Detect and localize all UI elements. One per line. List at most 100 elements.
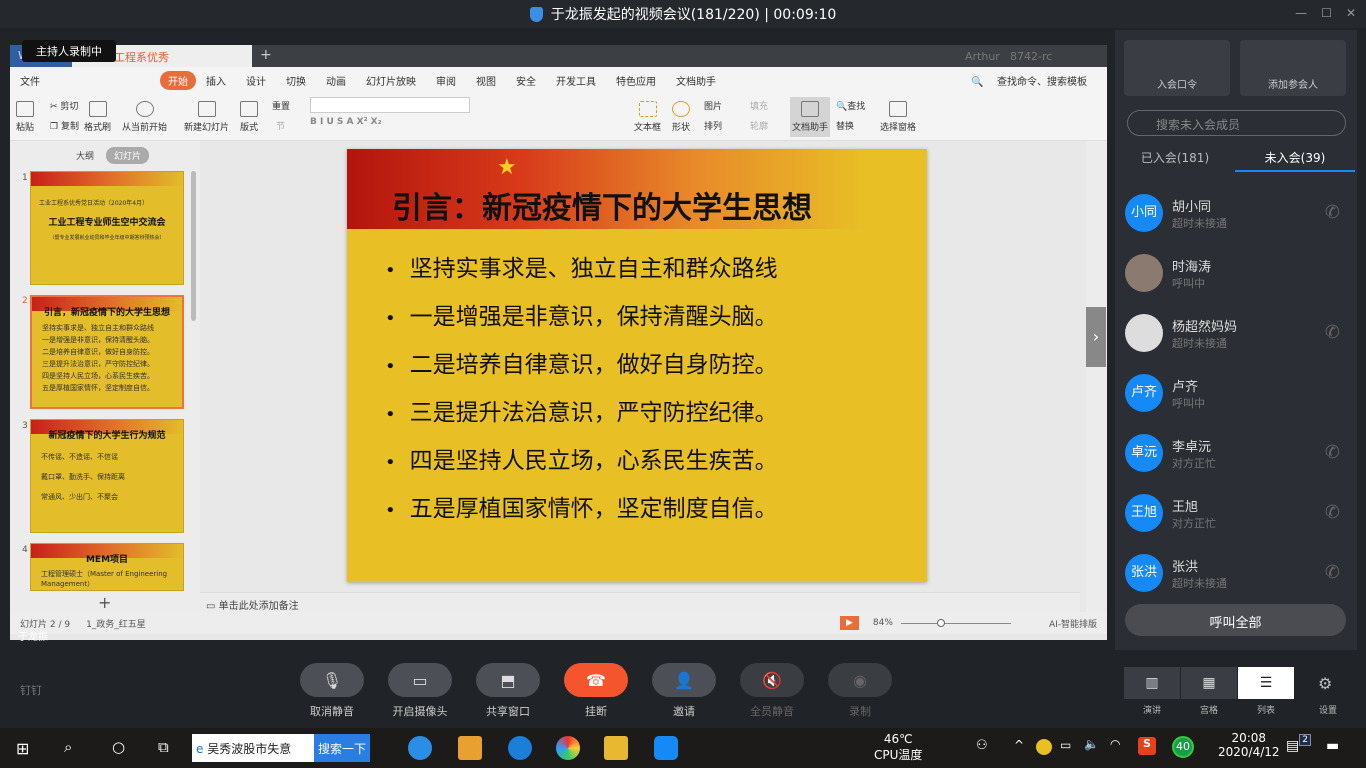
selection-pane-button[interactable]: 选择窗格	[880, 101, 916, 133]
menu-design[interactable]: 设计	[236, 73, 276, 88]
record-button[interactable]: ◉ 录制	[828, 663, 892, 719]
people-icon[interactable]: ⚇	[976, 738, 988, 753]
hang-up-button[interactable]: ☎ 挂断	[564, 663, 628, 719]
task-view-icon[interactable]: ⧉	[158, 738, 169, 756]
zoom-slider[interactable]	[900, 618, 1011, 627]
slide-thumbnail-1[interactable]: 工业工程系优秀党日活动（2020年4月） 工业工程专业师生空中交流会 （暨专业发展就…	[30, 171, 184, 285]
paste-button[interactable]: 粘贴	[16, 101, 34, 133]
list-item[interactable]: 王旭 王旭 对方正忙 ✆	[1125, 494, 1345, 554]
sogou-input-icon[interactable]: S	[1138, 737, 1156, 755]
menu-transition[interactable]: 切换	[276, 73, 316, 88]
list-item[interactable]: 杨超然妈妈 超时未接通 ✆	[1125, 314, 1345, 374]
list-item[interactable]: 时海涛 呼叫中	[1125, 254, 1345, 314]
sogou-browser-icon[interactable]	[408, 736, 432, 760]
notes-area[interactable]: ▭ 单击此处添加备注	[200, 592, 1080, 612]
file-explorer-icon[interactable]	[604, 736, 628, 760]
settings-icon[interactable]: ⚙	[1318, 674, 1332, 693]
next-arrow-icon[interactable]: ›	[1086, 307, 1106, 367]
shape-button[interactable]: 形状	[672, 101, 690, 133]
zoom-level[interactable]: 84%	[873, 618, 893, 628]
slide-thumbnail-4[interactable]: MEM项目 工程管理硕士（Master of Engineering Manage…	[30, 543, 184, 591]
doc-assistant-button[interactable]: 文档助手	[790, 97, 831, 137]
app-icon[interactable]	[458, 736, 482, 760]
picture-button[interactable]: 图片	[704, 99, 722, 112]
replace-button[interactable]: 替换	[836, 119, 854, 132]
new-tab-button[interactable]: +	[260, 47, 272, 63]
taskbar-search-input[interactable]: e 吴秀波股市失意	[192, 734, 314, 762]
phone-icon[interactable]: ✆	[1325, 322, 1340, 343]
menu-insert[interactable]: 插入	[196, 73, 236, 88]
slide-thumbnail-2[interactable]: 引言，新冠疫情下的大学生思想 坚持实事求是、独立自主和群众路线 一是增强是非意识，…	[30, 295, 184, 409]
arrange-button[interactable]: 排列	[704, 119, 722, 132]
chevron-up-icon[interactable]: ^	[1014, 738, 1024, 752]
menu-view[interactable]: 视图	[466, 73, 506, 88]
ai-layout-button[interactable]: AI-智能排版	[1049, 617, 1097, 630]
camera-button[interactable]: ▭ 开启摄像头	[388, 663, 452, 719]
security-icon[interactable]	[1036, 739, 1052, 755]
textbox-button[interactable]: 文本框	[634, 101, 661, 133]
view-list[interactable]: ☰	[1238, 667, 1294, 699]
speed-badge[interactable]: 40	[1172, 736, 1194, 758]
current-slide[interactable]: ★ 引言：新冠疫情下的大学生思想 坚持实事求是、独立自主和群众路线 一是增强是非…	[347, 149, 927, 582]
tab-joined[interactable]: 已入会(181)	[1115, 140, 1235, 172]
format-painter-button[interactable]: 格式刷	[84, 101, 111, 133]
play-button[interactable]: ▶	[840, 616, 859, 630]
find-button[interactable]: 🔍查找	[836, 99, 865, 112]
tab-not-joined[interactable]: 未入会(39)	[1235, 140, 1355, 172]
taskbar-search-button[interactable]: 搜索一下	[314, 734, 370, 762]
maximize-icon[interactable]: ☐	[1321, 6, 1332, 20]
layout-button[interactable]: 版式	[240, 101, 258, 133]
add-participant-button[interactable]: 添加参会人	[1240, 40, 1346, 96]
browser-icon[interactable]	[556, 736, 580, 760]
close-icon[interactable]: ✕	[1346, 6, 1356, 20]
battery-icon[interactable]: ▭	[1060, 738, 1071, 752]
list-item[interactable]: 卢齐 卢齐 呼叫中	[1125, 374, 1345, 434]
menu-file[interactable]: 文件	[10, 73, 50, 88]
menu-doc-assistant[interactable]: 文档助手	[666, 73, 726, 88]
phone-icon[interactable]: ✆	[1325, 442, 1340, 463]
phone-icon[interactable]: ✆	[1325, 202, 1340, 223]
reset-button[interactable]: 重置	[272, 99, 290, 112]
list-item[interactable]: 张洪 张洪 超时未接通 ✆	[1125, 554, 1345, 600]
command-search[interactable]: 🔍 查找命令、搜索模板	[961, 73, 1107, 88]
unmute-button[interactable]: 🎙 取消静音	[300, 663, 364, 719]
menu-home[interactable]: 开始	[160, 70, 196, 90]
windows-start-icon[interactable]: ⊞	[16, 739, 29, 758]
menu-animation[interactable]: 动画	[316, 73, 356, 88]
minimize-icon[interactable]: —	[1295, 6, 1307, 20]
call-all-button[interactable]: 呼叫全部	[1125, 604, 1346, 636]
section-button[interactable]: 节	[276, 119, 285, 132]
edge-icon[interactable]	[508, 736, 532, 760]
user-name[interactable]: Arthur	[965, 50, 1000, 63]
invite-button[interactable]: 👤 邀请	[652, 663, 716, 719]
copy-button[interactable]: ❐ 复制	[50, 119, 79, 132]
side-toolbar[interactable]	[1086, 141, 1107, 621]
list-item[interactable]: 小同 胡小同 超时未接通 ✆	[1125, 194, 1345, 254]
dingtalk-icon[interactable]	[654, 736, 678, 760]
outline-tab[interactable]: 大纲	[76, 149, 94, 162]
menu-slideshow[interactable]: 幻灯片放映	[356, 73, 426, 88]
cut-button[interactable]: ✂ 剪切	[50, 99, 78, 112]
menu-features[interactable]: 特色应用	[606, 73, 666, 88]
slides-tab[interactable]: 幻灯片	[106, 147, 150, 164]
search-icon[interactable]: ⌕	[64, 738, 72, 756]
outline-button[interactable]: 轮廓	[750, 119, 768, 132]
add-slide-button[interactable]: +	[98, 593, 111, 612]
view-speaker[interactable]: ▥	[1124, 667, 1180, 699]
cortana-icon[interactable]: ○	[112, 738, 125, 756]
menu-developer[interactable]: 开发工具	[546, 73, 606, 88]
font-format-buttons[interactable]: B I U S A X² X₂	[310, 117, 382, 127]
phone-icon[interactable]: ✆	[1325, 562, 1340, 583]
fill-button[interactable]: 填充	[750, 99, 768, 112]
menu-security[interactable]: 安全	[506, 73, 546, 88]
share-window-button[interactable]: ⬒ 共享窗口	[476, 663, 540, 719]
notification-center-icon[interactable]: ▤ 2	[1286, 734, 1311, 754]
font-select[interactable]	[310, 97, 470, 113]
slide-thumbnail-3[interactable]: 新冠疫情下的大学生行为规范 不传谣、不造谣、不信谣 戴口罩、勤洗手、保持距离 常通风…	[30, 419, 184, 533]
list-item[interactable]: 卓沅 李卓沅 对方正忙 ✆	[1125, 434, 1345, 494]
clock[interactable]: 20:08 2020/4/12	[1218, 731, 1280, 759]
thumb-scrollbar[interactable]	[191, 171, 196, 321]
action-center-icon[interactable]: ▬	[1326, 738, 1339, 754]
member-search-input[interactable]: 搜索未入会成员	[1127, 110, 1346, 136]
mute-all-button[interactable]: 🔇 全员静音	[740, 663, 804, 719]
